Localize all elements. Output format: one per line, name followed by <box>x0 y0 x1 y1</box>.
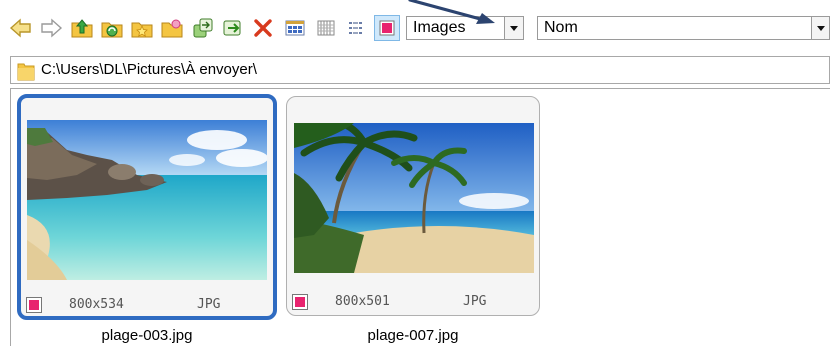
thumbnail-filename[interactable]: plage-003.jpg <box>17 327 277 344</box>
folder-favorite-button[interactable] <box>129 15 155 41</box>
forward-button[interactable] <box>38 15 64 41</box>
thumbnail-card[interactable]: 800x534 JPG <box>17 94 277 320</box>
copy-to-button[interactable] <box>190 15 216 41</box>
folder-refresh-icon <box>101 22 123 38</box>
thumbnails-view-icon <box>285 20 305 36</box>
thumbnail-info: 800x534 JPG <box>26 296 247 316</box>
image-type: JPG <box>463 294 487 309</box>
back-arrow-icon <box>9 18 31 38</box>
image-dimensions: 800x534 <box>69 297 124 312</box>
image-dimensions: 800x501 <box>335 294 390 309</box>
color-label-button[interactable] <box>374 15 400 41</box>
image-browser-window: Images Nom C:\Users\DL\Pictures\À envoye… <box>0 0 830 346</box>
details-view-icon <box>317 20 335 36</box>
filter-dropdown-button[interactable] <box>504 16 524 40</box>
sort-select[interactable]: Nom <box>537 16 812 40</box>
thumbnail-panel[interactable]: 800x534 JPG plage-003.jpg 800x501 JPG pl… <box>10 88 830 346</box>
thumbnails-view-button[interactable] <box>282 15 308 41</box>
folder-new-icon <box>161 19 183 38</box>
list-view-icon <box>349 22 362 34</box>
folder-favorite-icon <box>131 22 153 38</box>
thumbnail-info: 800x501 JPG <box>292 293 513 313</box>
folder-icon <box>17 63 35 81</box>
color-label-icon <box>379 20 395 36</box>
thumbnail-image <box>27 120 267 280</box>
delete-button[interactable] <box>250 15 276 41</box>
chevron-down-icon <box>816 25 825 31</box>
folder-up-button[interactable] <box>69 15 95 41</box>
move-to-button[interactable] <box>220 15 246 41</box>
filter-select-value: Images <box>413 19 466 36</box>
delete-icon <box>254 19 272 37</box>
path-bar[interactable]: C:\Users\DL\Pictures\À envoyer\ <box>10 56 830 84</box>
color-label-badge <box>292 294 308 310</box>
thumbnail-image <box>294 123 534 273</box>
toolbar: Images Nom <box>0 0 830 54</box>
thumbnail-card[interactable]: 800x501 JPG <box>286 96 540 316</box>
move-to-icon <box>223 20 241 36</box>
folder-up-icon <box>71 19 93 38</box>
filter-select[interactable]: Images <box>406 16 505 40</box>
chevron-down-icon <box>510 25 518 31</box>
new-folder-button[interactable] <box>159 15 185 41</box>
image-type: JPG <box>197 297 221 312</box>
copy-to-icon <box>193 18 213 38</box>
sort-dropdown-button[interactable] <box>811 16 830 40</box>
color-label-badge <box>26 297 42 313</box>
back-button[interactable] <box>8 15 34 41</box>
folder-refresh-button[interactable] <box>99 15 125 41</box>
forward-arrow-icon <box>41 18 63 38</box>
list-view-button[interactable] <box>344 15 370 41</box>
sort-select-value: Nom <box>544 19 578 36</box>
thumbnail-filename[interactable]: plage-007.jpg <box>286 327 540 344</box>
details-view-button[interactable] <box>313 15 339 41</box>
path-text: C:\Users\DL\Pictures\À envoyer\ <box>41 61 257 78</box>
